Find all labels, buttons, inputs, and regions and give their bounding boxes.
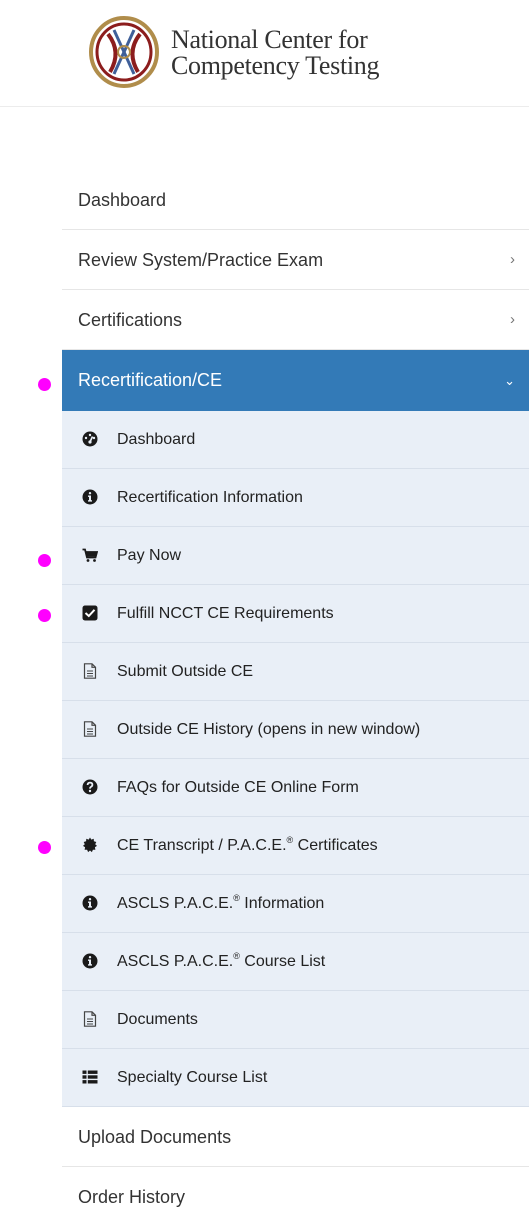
nav-item-dashboard[interactable]: Dashboard: [62, 170, 529, 230]
registered-mark: ®: [233, 893, 240, 903]
brand-name-line1: National Center for: [171, 25, 368, 54]
subnav-item-ascls-pace-information[interactable]: ASCLS P.A.C.E.® Information: [62, 875, 529, 933]
subnav-item-documents[interactable]: Documents: [62, 991, 529, 1049]
nav-item-label: Order History: [78, 1187, 186, 1207]
label-text: ASCLS P.A.C.E.: [117, 895, 234, 912]
chevron-right-icon: ›: [510, 311, 515, 328]
subnav-item-label: Documents: [117, 1011, 198, 1028]
chevron-right-icon: ›: [510, 251, 515, 268]
certificate-icon: [83, 837, 97, 853]
subnav-item-ascls-pace-course-list[interactable]: ASCLS P.A.C.E.® Course List: [62, 933, 529, 991]
question-circle-icon: [82, 779, 98, 795]
subnav-item-label: Submit Outside CE: [117, 663, 254, 680]
nav-item-label: Review System/Practice Exam: [78, 250, 324, 270]
highlight-marker-fulfill-ce: [38, 609, 51, 622]
subnav-item-fulfill-ncct-ce[interactable]: Fulfill NCCT CE Requirements: [62, 585, 529, 643]
label-text: Information: [239, 895, 325, 912]
shopping-cart-icon: [82, 548, 98, 562]
subnav-item-label: Dashboard: [117, 431, 196, 448]
subnav-item-outside-ce-history[interactable]: Outside CE History (opens in new window): [62, 701, 529, 759]
info-circle-icon: [82, 489, 98, 505]
brand-name: National Center for Competency Testing: [171, 25, 380, 80]
subnav-item-specialty-course-list[interactable]: Specialty Course List: [62, 1049, 529, 1107]
subnav-item-label: Fulfill NCCT CE Requirements: [117, 605, 334, 622]
subnav-item-label: Pay Now: [117, 547, 182, 564]
check-square-icon: [82, 605, 98, 621]
highlight-marker-ce-transcript: [38, 841, 51, 854]
site-header: National Center for Competency Testing: [0, 0, 529, 107]
subnav-item-label: Outside CE History (opens in new window): [117, 721, 421, 738]
brand-name-line2: Competency Testing: [171, 51, 380, 80]
label-text: CE Transcript / P.A.C.E.: [117, 837, 287, 854]
nav-item-order-history[interactable]: Order History: [62, 1167, 529, 1218]
nav-item-label: Dashboard: [78, 190, 167, 210]
highlight-marker-recertification: [38, 378, 51, 391]
recertification-submenu: Dashboard Recertification Information Pa…: [62, 411, 529, 1107]
nav-item-label: Certifications: [78, 310, 183, 330]
label-text: Course List: [239, 953, 326, 970]
nav-item-label: Recertification/CE: [78, 370, 223, 390]
file-text-icon: [83, 721, 97, 737]
subnav-item-ce-transcript[interactable]: CE Transcript / P.A.C.E.® Certificates: [62, 817, 529, 875]
tachometer-icon: [82, 431, 98, 447]
subnav-item-label: Specialty Course List: [117, 1069, 268, 1086]
subnav-item-label: CE Transcript / P.A.C.E.® Certificates: [117, 817, 378, 874]
info-circle-icon: [82, 895, 98, 911]
nav-item-certifications[interactable]: Certifications ›: [62, 290, 529, 350]
sidebar-nav: Dashboard Review System/Practice Exam › …: [62, 170, 529, 1218]
subnav-item-label: Recertification Information: [117, 489, 303, 506]
highlight-marker-pay-now: [38, 554, 51, 567]
label-text: Certificates: [293, 837, 378, 854]
subnav-item-dashboard[interactable]: Dashboard: [62, 411, 529, 469]
ncct-logo-icon: [89, 16, 159, 88]
nav-item-review-system[interactable]: Review System/Practice Exam ›: [62, 230, 529, 290]
registered-mark: ®: [233, 951, 240, 961]
subnav-item-label: ASCLS P.A.C.E.® Course List: [117, 933, 325, 990]
info-circle-icon: [82, 953, 98, 969]
nav-item-label: Upload Documents: [78, 1127, 232, 1147]
subnav-item-recertification-information[interactable]: Recertification Information: [62, 469, 529, 527]
subnav-item-pay-now[interactable]: Pay Now: [62, 527, 529, 585]
file-text-icon: [83, 663, 97, 679]
chevron-down-icon: ⌄: [504, 373, 515, 388]
file-text-icon: [83, 1011, 97, 1027]
nav-item-upload-documents[interactable]: Upload Documents: [62, 1107, 529, 1167]
subnav-item-label: FAQs for Outside CE Online Form: [117, 779, 359, 796]
label-text: ASCLS P.A.C.E.: [117, 953, 234, 970]
subnav-item-submit-outside-ce[interactable]: Submit Outside CE: [62, 643, 529, 701]
subnav-item-label: ASCLS P.A.C.E.® Information: [117, 875, 324, 932]
nav-item-recertification-ce[interactable]: Recertification/CE ⌄: [62, 350, 529, 411]
subnav-item-faqs-outside-ce[interactable]: FAQs for Outside CE Online Form: [62, 759, 529, 817]
list-icon: [82, 1070, 98, 1084]
